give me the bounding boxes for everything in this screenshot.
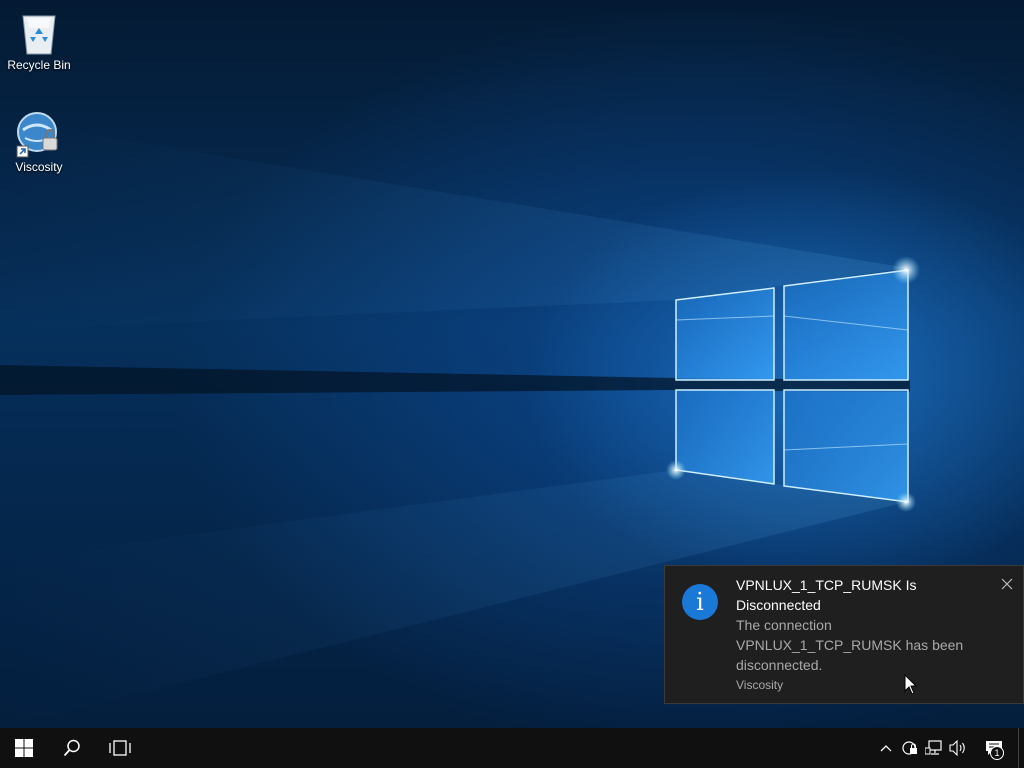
network-icon <box>925 740 942 755</box>
viscosity-tray-button[interactable] <box>898 728 922 768</box>
task-view-icon <box>109 740 131 756</box>
recycle-bin-label: Recycle Bin <box>7 58 71 72</box>
recycle-bin-shortcut[interactable]: Recycle Bin <box>0 8 78 72</box>
task-view-button[interactable] <box>96 728 144 768</box>
notification-body: The connection VPNLUX_1_TCP_RUMSK has be… <box>736 617 964 673</box>
info-icon: i <box>682 584 718 620</box>
viscosity-icon <box>16 112 58 158</box>
viscosity-shortcut[interactable]: Viscosity <box>0 110 78 174</box>
windows-logo-icon <box>15 739 33 757</box>
volume-tray-button[interactable] <box>946 728 970 768</box>
notification-app-name: Viscosity <box>736 678 784 692</box>
search-button[interactable] <box>48 728 96 768</box>
notification-count-badge: 1 <box>990 746 1004 760</box>
show-hidden-icons-button[interactable] <box>874 728 898 768</box>
start-button[interactable] <box>0 728 48 768</box>
vpn-notification-toast[interactable]: i VPNLUX_1_TCP_RUMSK Is Disconnected The… <box>664 565 1024 704</box>
notification-title: VPNLUX_1_TCP_RUMSK Is Disconnected <box>736 577 917 613</box>
taskbar <box>0 728 1024 768</box>
recycle-bin-icon <box>22 15 56 55</box>
show-desktop-button[interactable] <box>1018 728 1024 768</box>
chevron-up-icon <box>880 745 892 752</box>
network-tray-button[interactable] <box>922 728 946 768</box>
notification-close-button[interactable] <box>999 576 1015 592</box>
mouse-cursor <box>904 674 918 695</box>
volume-icon <box>949 740 965 756</box>
vpn-lock-icon <box>902 741 917 755</box>
viscosity-label: Viscosity <box>15 160 63 174</box>
search-icon <box>63 739 80 757</box>
desktop-background: Recycle Bin Viscosity i VPNLUX_1_TCP_RUM… <box>0 0 1024 728</box>
close-icon <box>1001 578 1013 590</box>
